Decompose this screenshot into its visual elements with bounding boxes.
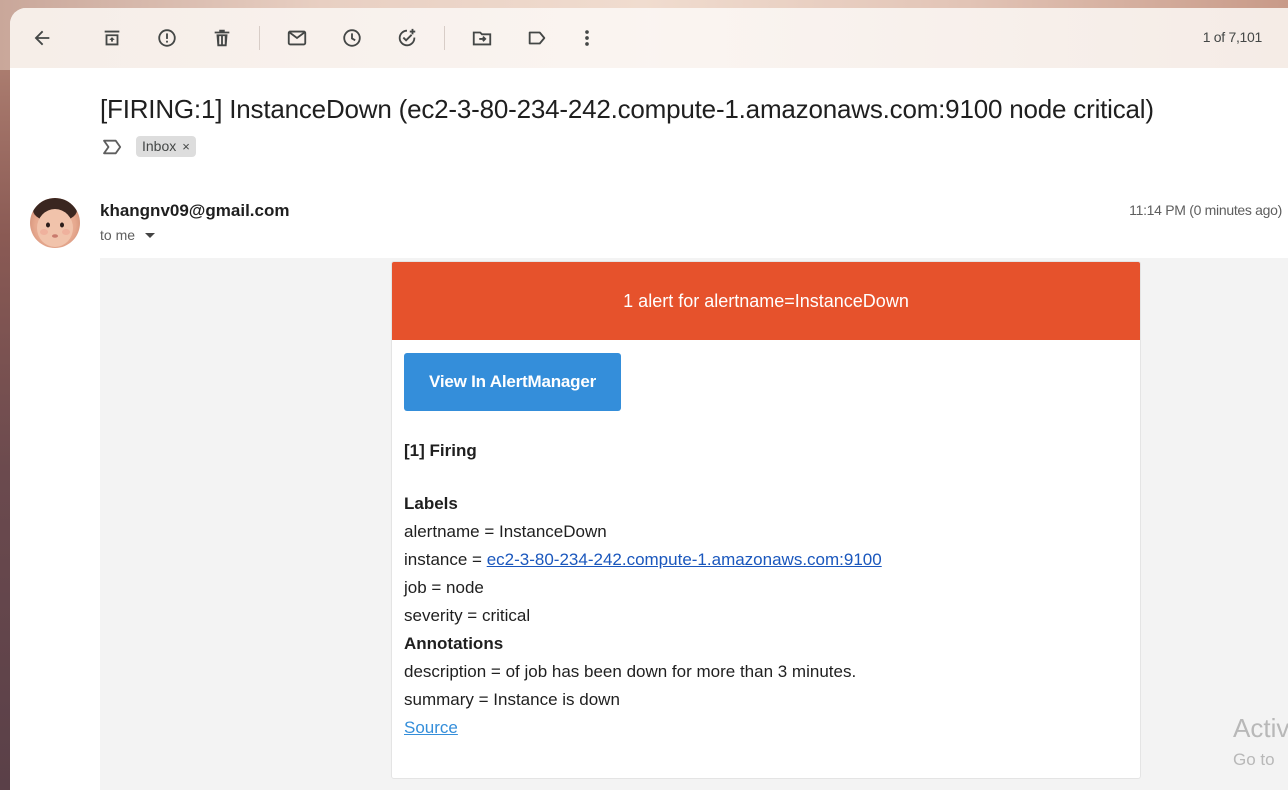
job-line: job = node [404, 578, 484, 597]
labels-button[interactable] [523, 24, 551, 52]
severity-line: severity = critical [404, 606, 531, 625]
alert-card: 1 alert for alertname=InstanceDown View … [391, 261, 1141, 779]
mail-reading-pane: 1 of 7,101 [FIRING:1] InstanceDown (ec2-… [10, 8, 1288, 790]
message-subject: [FIRING:1] InstanceDown (ec2-3-80-234-24… [100, 94, 1154, 124]
remove-label-button[interactable]: × [182, 139, 190, 154]
baby-face-photo [33, 198, 77, 247]
email-body: 1 alert for alertname=InstanceDown View … [100, 258, 1288, 790]
clock-icon [343, 29, 361, 47]
delete-button[interactable] [208, 24, 236, 52]
report-spam-icon [158, 29, 176, 47]
add-to-tasks-button[interactable] [393, 24, 421, 52]
alertname-line: alertname = InstanceDown [404, 522, 607, 541]
mail-icon [287, 30, 307, 46]
back-button[interactable] [28, 24, 56, 52]
labels-title: Labels [404, 494, 458, 513]
source-link[interactable]: Source [404, 718, 458, 737]
inbox-label-chip: Inbox × [136, 136, 196, 157]
arrow-left-icon [34, 30, 50, 46]
sender-address[interactable]: khangnv09@gmail.com [100, 201, 289, 221]
toolbar-divider [444, 26, 445, 50]
show-details-caret-icon[interactable] [145, 232, 156, 238]
activation-watermark-title: Activ [1233, 713, 1288, 743]
sender-avatar[interactable] [30, 198, 80, 248]
more-options-button[interactable] [573, 24, 601, 52]
recipient-text: to me [100, 227, 136, 243]
alert-header: 1 alert for alertname=InstanceDown [392, 262, 1140, 340]
report-spam-button[interactable] [153, 24, 181, 52]
more-vertical-icon [585, 30, 589, 46]
instance-prefix: instance = [404, 550, 487, 569]
message-toolbar: 1 of 7,101 [10, 8, 1288, 68]
message-timestamp: 11:14 PM (0 minutes ago) [1129, 202, 1282, 218]
description-line: description = of job has been down for m… [404, 662, 857, 681]
instance-link[interactable]: ec2-3-80-234-242.compute-1.amazonaws.com… [487, 550, 882, 569]
mark-unread-button[interactable] [283, 24, 311, 52]
importance-marker-icon[interactable] [102, 138, 124, 156]
move-to-folder-icon [472, 31, 492, 46]
move-to-button[interactable] [468, 24, 496, 52]
toolbar-divider [259, 26, 260, 50]
recipient-line: to me [100, 227, 156, 243]
instance-line: instance = ec2-3-80-234-242.compute-1.am… [404, 546, 1128, 574]
message-pager: 1 of 7,101 [1202, 29, 1263, 45]
summary-line: summary = Instance is down [404, 690, 620, 709]
activation-watermark-subtitle: Go to [1233, 750, 1275, 769]
archive-icon [104, 30, 120, 46]
archive-button[interactable] [98, 24, 126, 52]
firing-title: [1] Firing [404, 441, 477, 460]
alert-content: View In AlertManager [1] Firing Labels a… [392, 340, 1140, 755]
label-icon [528, 31, 546, 45]
add-task-icon [398, 28, 416, 47]
annotations-title: Annotations [404, 634, 504, 653]
snooze-button[interactable] [338, 24, 366, 52]
view-in-alertmanager-button[interactable]: View In AlertManager [404, 353, 621, 411]
trash-icon [214, 29, 230, 47]
label-chip-text: Inbox [142, 138, 177, 154]
message-labels: Inbox × [102, 136, 196, 157]
